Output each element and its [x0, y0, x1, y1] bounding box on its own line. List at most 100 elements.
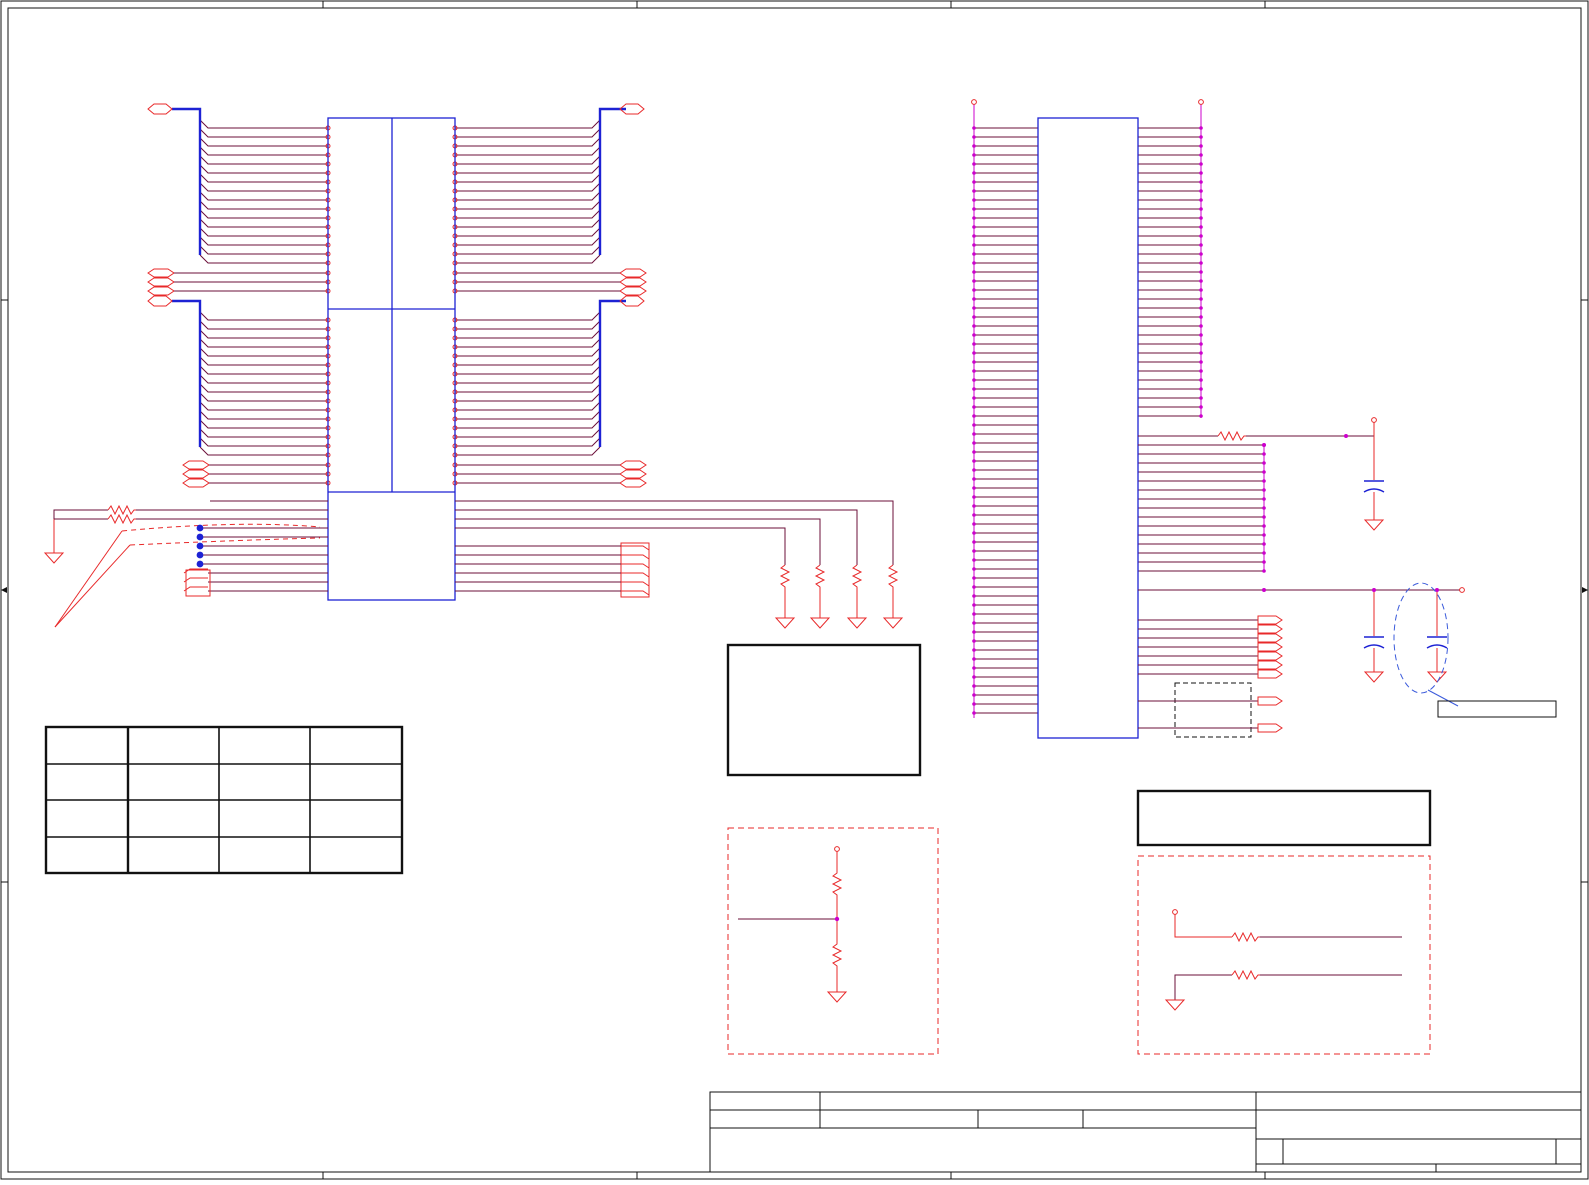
resistor-r-left-2[interactable] [107, 513, 136, 525]
signal-port-right [619, 286, 647, 296]
resistor-r-left-1[interactable] [107, 504, 136, 516]
signal-port-left [182, 469, 210, 479]
output-port [1257, 624, 1283, 634]
capacitor-c3[interactable] [1426, 636, 1448, 649]
bus-net-right [455, 392, 601, 402]
bus-port-left-top [147, 103, 173, 115]
bus-net-left [199, 374, 328, 384]
ground-symbol-c1 [1363, 519, 1385, 531]
bus-net-left [199, 155, 328, 165]
bus-net-right [455, 410, 601, 420]
bus-net-right [455, 155, 601, 165]
bus-net-right [455, 437, 601, 447]
bus-net-right [455, 320, 601, 330]
signal-port-left [182, 478, 210, 488]
right-note-box [1136, 789, 1432, 847]
bus-net-right [455, 245, 601, 255]
bus-net-left [199, 320, 328, 330]
port-group-right-bottom [620, 542, 650, 598]
capacitor-c2[interactable] [1363, 636, 1385, 649]
probe-callout-lines [54, 523, 321, 628]
connector-u1[interactable] [327, 117, 456, 601]
optional-cap-highlight [1393, 582, 1557, 718]
bus-net-right [455, 356, 601, 366]
vcc-filter-network [1138, 417, 1377, 520]
left-connector-nets [147, 119, 647, 488]
bus-net-right [455, 428, 601, 438]
bus-net-left [199, 365, 328, 375]
bus-net-left [199, 200, 328, 210]
pin-assignment-table [44, 725, 404, 875]
right-ic-nets [972, 126, 1266, 715]
bus-net-left [199, 119, 328, 129]
bus-port-left-mid [147, 295, 173, 307]
bus-net-right [455, 446, 601, 456]
output-port [1257, 669, 1283, 679]
bus-net-right [455, 218, 601, 228]
frame-arrow-left-icon [1, 587, 7, 593]
bus-net-left [199, 182, 328, 192]
resistor-term-2[interactable] [1231, 969, 1260, 981]
pulldown-resistor [814, 564, 826, 618]
bus-net-left [199, 410, 328, 420]
bus-net-right [455, 374, 601, 384]
title-block [709, 1091, 1582, 1173]
resistor-r-vcc[interactable] [1217, 430, 1246, 442]
ic-output-ports [1138, 615, 1283, 679]
bus-net-left [199, 419, 328, 429]
bus-net-right [455, 128, 601, 138]
bus-net-left [199, 128, 328, 138]
bus-net-right [455, 209, 601, 219]
junction-dots [196, 524, 204, 568]
bus-net-left [199, 338, 328, 348]
signal-port-left [147, 286, 175, 296]
ic-u2[interactable] [1037, 117, 1139, 739]
ground-symbol [882, 617, 904, 629]
signal-port-left [147, 277, 175, 287]
termination-subcircuit [1137, 855, 1431, 1055]
bus-net-left [199, 383, 328, 393]
capacitor-c1[interactable] [1363, 480, 1385, 493]
output-port [1257, 651, 1283, 661]
bus-net-left [199, 329, 328, 339]
bus-net-left [199, 173, 328, 183]
center-note-box [726, 643, 922, 777]
jumper-nets [1138, 696, 1283, 733]
ground-symbol-divider [826, 991, 848, 1003]
bus-net-right [455, 401, 601, 411]
bus-net-right [455, 347, 601, 357]
bus-net-left [199, 437, 328, 447]
ground-symbol-left [43, 552, 65, 564]
pulldown-resistor [851, 564, 863, 618]
signal-port-right [619, 469, 647, 479]
vdd-filter-network [1138, 587, 1465, 672]
output-port [1257, 633, 1283, 643]
bus-net-left [199, 146, 328, 156]
bus-net-left [199, 227, 328, 237]
bus-net-right [455, 227, 601, 237]
bus-net-right [455, 173, 601, 183]
bus-net-right [455, 182, 601, 192]
right-bottom-nets [455, 545, 621, 592]
schematic-sheet [0, 0, 1589, 1180]
pulldown-resistor-bank[interactable] [774, 564, 904, 629]
bus-net-left [199, 245, 328, 255]
divider-subcircuit [727, 827, 939, 1055]
bus-net-right [455, 164, 601, 174]
bus-net-right [455, 419, 601, 429]
bus-net-left [199, 446, 328, 456]
output-port [1257, 642, 1283, 652]
resistor-divider-top[interactable] [831, 851, 843, 919]
bus-net-right [455, 338, 601, 348]
bus-net-left [199, 311, 328, 321]
bus-net-left [199, 428, 328, 438]
output-port [1257, 660, 1283, 670]
bus-net-right [455, 383, 601, 393]
resistor-divider-bottom[interactable] [831, 919, 843, 992]
jumper-dashed-box[interactable] [1174, 682, 1252, 738]
ground-symbol-c3 [1426, 671, 1448, 683]
resistor-term-1[interactable] [1231, 931, 1260, 943]
bus-net-right [455, 119, 601, 129]
signal-port-right [619, 268, 647, 278]
frame-arrow-right-icon [1582, 587, 1588, 593]
